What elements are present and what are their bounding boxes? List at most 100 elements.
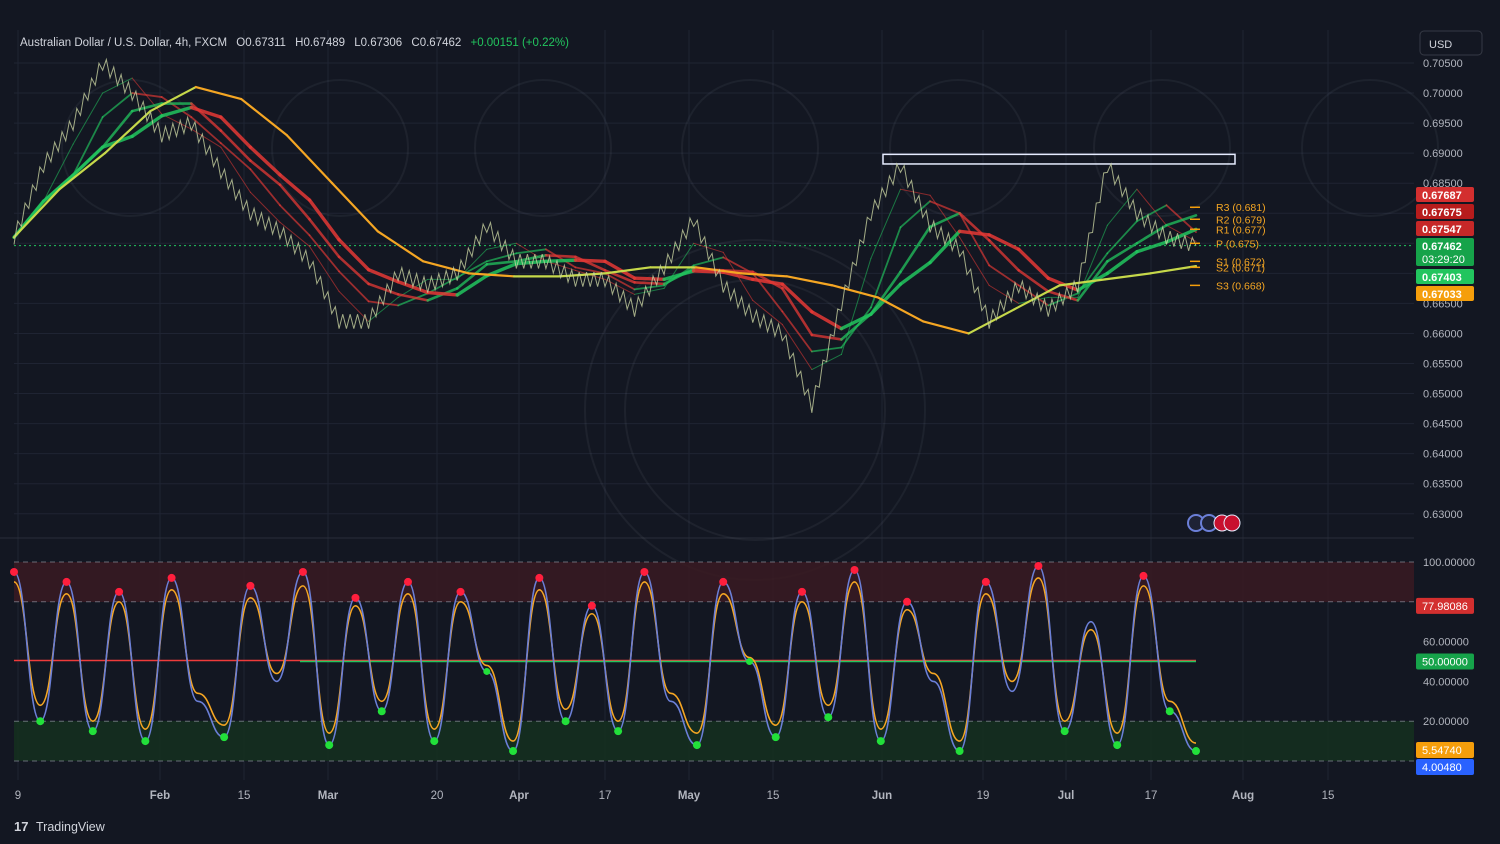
oversold-signal-dot — [36, 717, 45, 726]
pivot-label: P (0.675) — [1216, 238, 1259, 250]
ma-ribbon-segment — [544, 254, 577, 259]
ma-ribbon-segment — [426, 290, 459, 297]
overbought-signal-dot — [981, 577, 990, 586]
time-axis-tick[interactable]: 15 — [767, 790, 780, 802]
price-axis-tick[interactable]: 0.64000 — [1423, 449, 1463, 461]
price-axis-tick[interactable]: 0.63500 — [1423, 479, 1463, 491]
price-axis-tick[interactable]: 0.64500 — [1423, 419, 1463, 431]
pivot-label: S3 (0.668) — [1216, 280, 1265, 292]
price-tag-label: 0.67462 — [1422, 241, 1462, 253]
price-tag-label: 0.67403 — [1422, 272, 1462, 284]
pivot-label: R1 (0.677) — [1216, 224, 1266, 236]
oversold-signal-dot — [377, 707, 386, 716]
tradingview-brand-name[interactable]: TradingView — [36, 820, 106, 834]
time-axis-tick[interactable]: Feb — [150, 790, 170, 802]
oversold-signal-dot — [692, 741, 701, 750]
oversold-signal-dot — [88, 727, 97, 736]
background — [0, 0, 1500, 844]
price-tag-label: 0.67675 — [1422, 207, 1462, 219]
currency-button-label[interactable]: USD — [1429, 39, 1452, 51]
oversold-signal-dot — [141, 737, 150, 746]
low-value: L0.67306 — [354, 37, 402, 49]
time-axis-tick[interactable]: Jul — [1058, 790, 1075, 802]
overbought-signal-dot — [903, 597, 912, 606]
overbought-signal-dot — [167, 573, 176, 582]
price-tag-label: 0.67687 — [1422, 190, 1462, 202]
price-axis-tick[interactable]: 0.70000 — [1423, 88, 1463, 100]
time-axis-tick[interactable]: 17 — [599, 790, 612, 802]
overbought-zone — [14, 562, 1414, 602]
time-axis-tick[interactable]: Aug — [1232, 790, 1254, 802]
time-axis-tick[interactable]: Jun — [872, 790, 892, 802]
price-tags: 0.67687 0.67675 0.67547 0.6746203:29:20 0.67… — [1416, 187, 1474, 301]
oscillator-tag-label: 4.00480 — [1422, 762, 1462, 774]
price-axis-tick[interactable]: 0.69500 — [1423, 118, 1463, 130]
time-axis-tick[interactable]: 15 — [238, 790, 251, 802]
price-tag-label: 0.67547 — [1422, 224, 1462, 236]
time-axis-tick[interactable]: 15 — [1322, 790, 1335, 802]
open-value: O0.67311 — [236, 37, 286, 49]
tradingview-logo[interactable]: 17 TradingView — [14, 819, 106, 834]
event-flag-icon[interactable] — [1223, 514, 1241, 532]
close-value: C0.67462 — [411, 37, 461, 49]
overbought-signal-dot — [1034, 561, 1043, 570]
ma-ribbon-segment — [573, 258, 607, 264]
oversold-signal-dot — [1113, 741, 1122, 750]
overbought-signal-dot — [535, 573, 544, 582]
economic-events-icon[interactable] — [1187, 514, 1241, 532]
ohlc-legend: Australian Dollar / U.S. Dollar, 4h, FXC… — [20, 37, 569, 49]
overbought-signal-dot — [850, 565, 859, 574]
currency-button[interactable]: USD — [1419, 30, 1483, 56]
price-axis-tick[interactable]: 0.65500 — [1423, 359, 1463, 371]
oscillator-axis-tick[interactable]: 60.00000 — [1423, 637, 1469, 649]
time-axis-tick[interactable]: 17 — [1145, 790, 1158, 802]
oversold-signal-dot — [876, 737, 885, 746]
oscillator-axis-tick[interactable]: 20.00000 — [1423, 716, 1469, 728]
oscillator-tag-label: 5.54740 — [1422, 745, 1462, 757]
oversold-signal-dot — [614, 727, 623, 736]
oversold-signal-dot — [561, 717, 570, 726]
overbought-signal-dot — [62, 577, 71, 586]
overbought-signal-dot — [719, 577, 728, 586]
oversold-signal-dot — [955, 747, 964, 756]
overbought-signal-dot — [115, 587, 124, 596]
time-axis-tick[interactable]: Mar — [318, 790, 339, 802]
overbought-signal-dot — [246, 581, 255, 590]
time-axis-tick[interactable]: 9 — [15, 790, 21, 802]
oversold-signal-dot — [509, 747, 518, 756]
price-axis-tick[interactable]: 0.65000 — [1423, 389, 1463, 401]
cross-signal-dot — [745, 658, 753, 665]
price-axis-tick[interactable]: 0.69000 — [1423, 148, 1463, 160]
overbought-signal-dot — [404, 577, 412, 586]
oscillator-axis-tick[interactable]: 100.00000 — [1423, 557, 1475, 569]
oversold-signal-dot — [220, 733, 229, 742]
overbought-signal-dot — [587, 601, 596, 610]
oversold-signal-dot — [1165, 707, 1174, 716]
overbought-signal-dot — [10, 567, 18, 576]
oscillator-tag-label: 50.00000 — [1422, 657, 1468, 669]
overbought-signal-dot — [298, 567, 307, 576]
price-axis-tick[interactable]: 0.63000 — [1423, 509, 1463, 521]
pivot-label: S2 (0.671) — [1216, 262, 1265, 274]
time-axis-tick[interactable]: May — [678, 790, 701, 802]
oscillator-axis-tick[interactable]: 40.00000 — [1423, 676, 1469, 688]
price-tag-label: 0.67033 — [1422, 289, 1462, 301]
oversold-signal-dot — [771, 733, 780, 742]
change-value: +0.00151 (+0.22%) — [470, 37, 569, 49]
price-axis-tick[interactable]: 0.66000 — [1423, 328, 1463, 340]
tradingview-logo-mark[interactable]: 17 — [14, 819, 28, 834]
time-axis-tick[interactable]: 19 — [977, 790, 990, 802]
oversold-signal-dot — [430, 737, 439, 746]
ma-ribbon-segment — [633, 281, 666, 286]
cross-signal-dot — [483, 667, 491, 675]
overbought-signal-dot — [456, 587, 465, 596]
time-axis-tick[interactable]: 20 — [431, 790, 444, 802]
oscillator-tag-label: 77.98086 — [1422, 601, 1468, 613]
time-axis-tick[interactable]: Apr — [509, 790, 529, 802]
symbol-title: Australian Dollar / U.S. Dollar, 4h, FXC… — [20, 37, 227, 49]
oversold-signal-dot — [1060, 727, 1069, 736]
oversold-signal-dot — [1192, 747, 1200, 756]
price-axis-tick[interactable]: 0.70500 — [1423, 58, 1463, 70]
overbought-signal-dot — [1139, 571, 1148, 580]
countdown-label: 03:29:20 — [1422, 254, 1465, 266]
